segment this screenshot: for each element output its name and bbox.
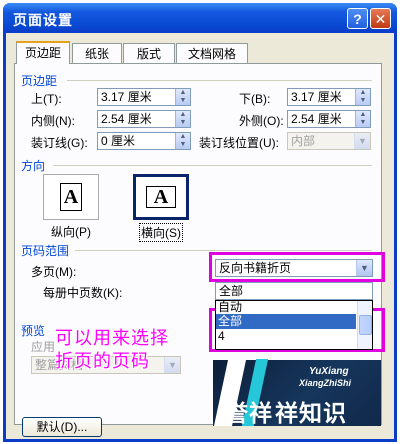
tab-document-grid[interactable]: 文档网格 (176, 43, 248, 63)
spinner-icon[interactable]: ▲ ▼ (175, 111, 190, 127)
outside-margin-input[interactable]: 2.54 厘米 ▲ ▼ (287, 110, 371, 128)
divider (53, 165, 372, 166)
list-item[interactable]: 自动 (218, 301, 356, 314)
inside-margin-label: 内侧(N): (31, 114, 75, 128)
divider (67, 80, 372, 81)
list-item-selected[interactable]: 全部 (216, 314, 356, 329)
scrollbar-thumb[interactable] (359, 315, 372, 335)
watermark-logo: YuXiang XiangZhiShi 誉祥 祥知识 (213, 359, 381, 426)
scrollbar[interactable] (357, 301, 372, 349)
spinner-icon[interactable]: ▲ ▼ (355, 89, 370, 105)
dialog-body: 页边距 纸张 版式 文档网格 页边距 上(T): 3.17 厘米 ▲ ▼ 下(B)… (6, 33, 394, 439)
apply-to-label: 应用 (31, 340, 56, 354)
preview-group-label: 预览 (21, 324, 46, 338)
divider (75, 250, 372, 251)
gutter-position-label: 装订线位置(U): (199, 136, 279, 150)
landscape-button[interactable]: A (132, 173, 190, 221)
watermark-cjk-b: 祥知识 (275, 400, 347, 426)
spinner-icon[interactable]: ▲ ▼ (355, 111, 370, 127)
gutter-label: 装订线(G): (31, 136, 88, 150)
portrait-button[interactable]: A (43, 174, 99, 220)
close-button[interactable]: ✕ (370, 8, 391, 29)
annotation-line-2: 折页的页码 (55, 351, 150, 371)
bottom-margin-input[interactable]: 3.17 厘米 ▲ ▼ (287, 88, 371, 106)
default-button[interactable]: 默认(D)... (22, 417, 102, 437)
help-button[interactable]: ? (347, 8, 368, 29)
multiple-pages-select[interactable]: 反向书籍折页 ▼ (215, 259, 373, 277)
tab-paper[interactable]: 纸张 (72, 43, 122, 63)
page-setup-dialog: 页面设置 ? ✕ 页边距 纸张 版式 文档网格 页边距 上(T): 3.17 厘… (3, 3, 397, 442)
landscape-page-icon: A (146, 186, 176, 208)
top-margin-label: 上(T): (31, 92, 62, 106)
pages-group-label: 页码范围 (21, 244, 70, 258)
portrait-page-icon: A (60, 183, 82, 211)
pages-per-booklet-label: 每册中页数(K): (43, 286, 123, 300)
gutter-input[interactable]: 0 厘米 ▲ ▼ (97, 132, 191, 150)
watermark-cjk-a: 誉祥 (225, 400, 273, 426)
watermark-latin-1: YuXiang (309, 366, 349, 377)
spinner-icon[interactable]: ▲ ▼ (175, 89, 190, 105)
window-title: 页面设置 (13, 12, 73, 28)
bottom-margin-label: 下(B): (239, 92, 271, 106)
watermark-latin-2: XiangZhiShi (299, 378, 352, 388)
orientation-group-label: 方向 (21, 159, 46, 173)
tab-panel: 页边距 上(T): 3.17 厘米 ▲ ▼ 下(B): 3.17 厘米 ▲ ▼ 内侧… (14, 63, 385, 426)
pages-dropdown-list[interactable]: 自动 全部 4 (215, 300, 373, 350)
gutter-position-select: 内部 ▼ (287, 132, 371, 150)
tab-margins[interactable]: 页边距 (16, 41, 70, 64)
margins-group-label: 页边距 (21, 74, 58, 88)
chevron-down-icon[interactable]: ▼ (356, 260, 372, 276)
multiple-pages-label: 多页(M): (31, 265, 77, 279)
title-bar[interactable]: 页面设置 ? ✕ (3, 3, 397, 33)
landscape-label: 横向(S) (139, 223, 183, 242)
tab-layout[interactable]: 版式 (123, 43, 175, 63)
portrait-label: 纵向(P) (51, 225, 91, 239)
top-margin-input[interactable]: 3.17 厘米 ▲ ▼ (97, 88, 191, 106)
chevron-down-icon: ▼ (354, 133, 370, 149)
outside-margin-label: 外侧(O): (239, 114, 284, 128)
list-item[interactable]: 4 (218, 329, 356, 344)
pages-per-booklet-select[interactable]: 全部 (215, 282, 373, 300)
inside-margin-input[interactable]: 2.54 厘米 ▲ ▼ (97, 110, 191, 128)
spinner-icon[interactable]: ▲ ▼ (175, 133, 190, 149)
chevron-down-icon: ▼ (164, 357, 180, 373)
